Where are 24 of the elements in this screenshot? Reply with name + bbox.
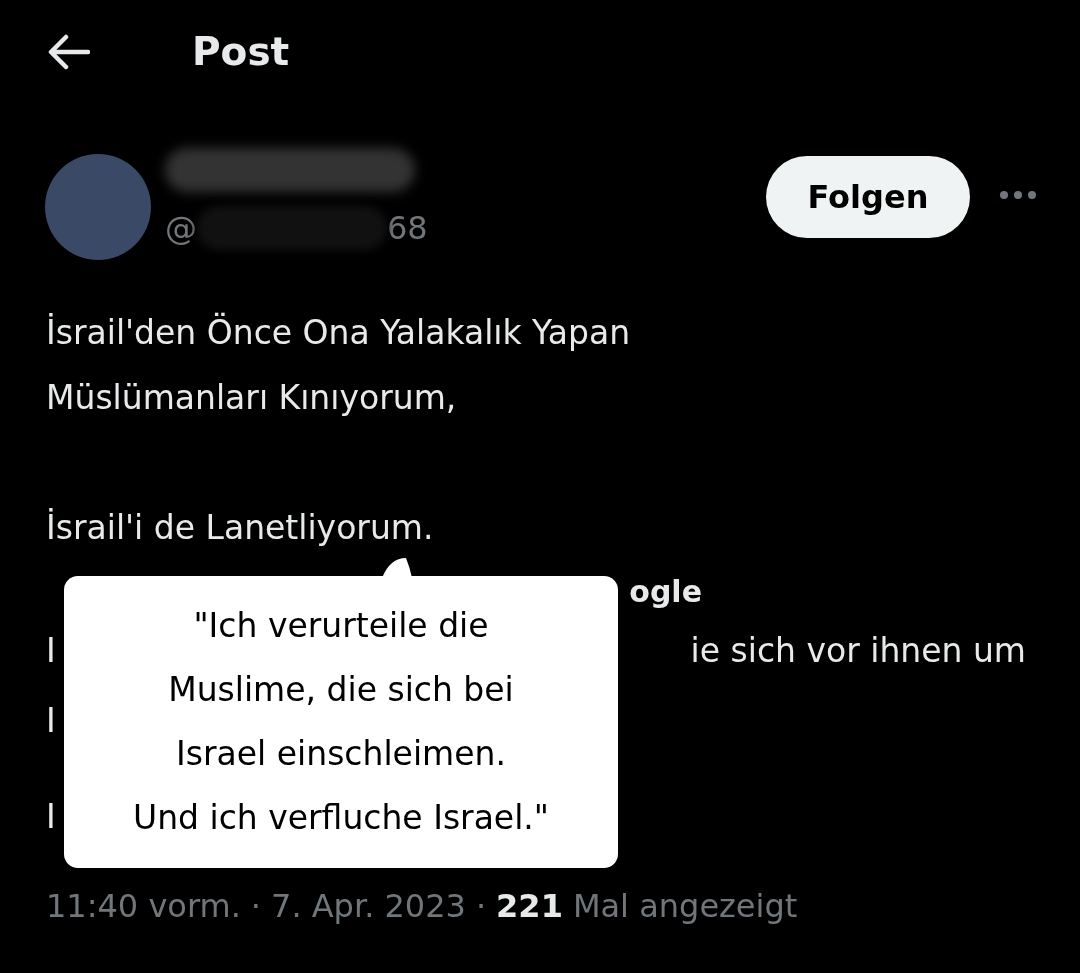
views-label: Mal angezeigt	[572, 886, 798, 927]
view-count: 221	[496, 886, 563, 927]
page-title: Post	[192, 27, 290, 76]
separator-dot: ·	[250, 886, 261, 927]
sticker-text: "Ich verurteile die	[193, 605, 489, 647]
post-date: 7. Apr. 2023	[271, 886, 466, 927]
post-text: İsrail'den Önce Ona Yalakalık Yapan	[46, 311, 632, 354]
translation-link[interactable]: ogle	[629, 568, 702, 614]
follow-button[interactable]: Folgen	[766, 156, 970, 238]
post-text: İsrail'i de Lanetliyorum.	[46, 507, 435, 549]
post-time: 11:40 vorm.	[46, 886, 241, 927]
translated-text: ie sich vor ihnen um	[690, 630, 1026, 673]
translated-text: I	[46, 796, 56, 839]
post-text: Müslümanları Kınıyorum,	[46, 377, 458, 419]
user-handle: @	[165, 208, 197, 249]
back-arrow-icon[interactable]	[48, 34, 90, 70]
separator-dot: ·	[475, 886, 487, 927]
sticker-text: Und ich verfluche Israel."	[133, 797, 549, 839]
sticker-text: Israel einschleimen.	[176, 733, 506, 775]
user-handle-end: 68	[387, 208, 428, 249]
sticker-text: Muslime, die sich bei	[168, 669, 514, 711]
translated-text: I	[46, 630, 56, 673]
more-options-icon[interactable]	[1000, 190, 1036, 200]
translated-text: I	[46, 700, 56, 743]
